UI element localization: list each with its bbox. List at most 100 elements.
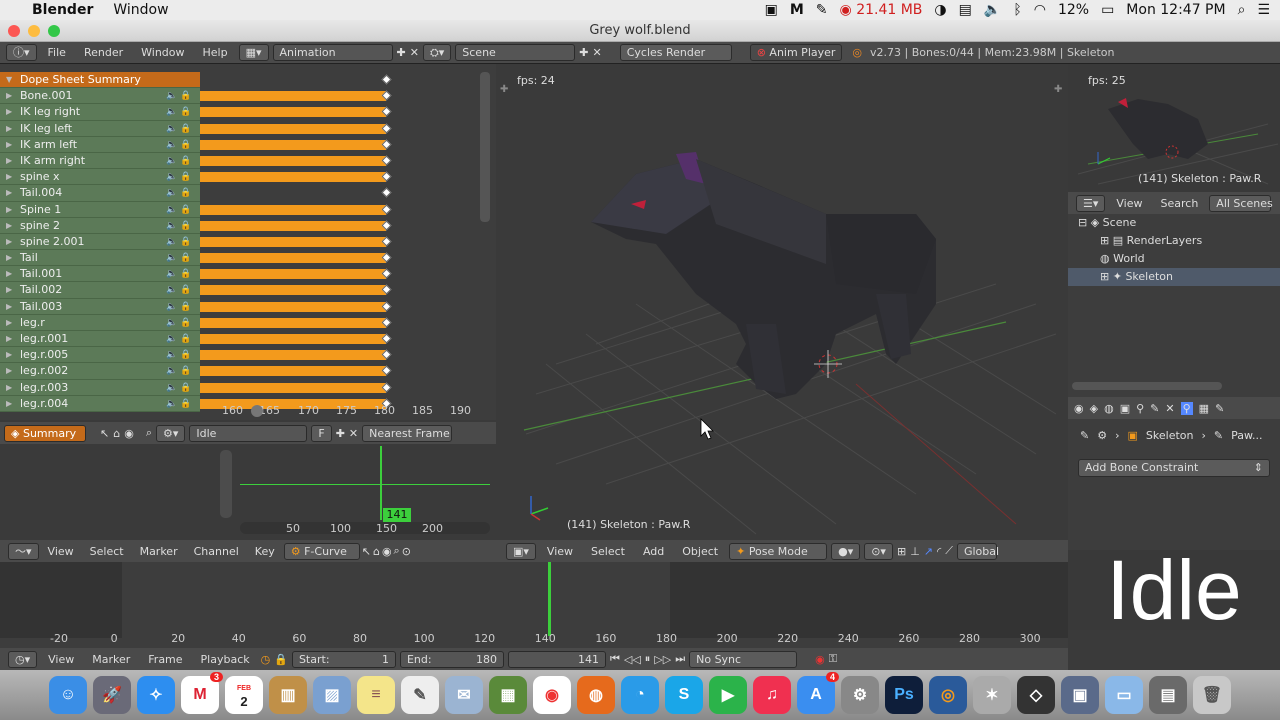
- render-engine-select[interactable]: Cycles Render: [619, 44, 732, 61]
- add-scene-icon[interactable]: ✚: [579, 46, 588, 59]
- record-icon[interactable]: ◉: [124, 427, 134, 440]
- interaction-mode-select[interactable]: ✦ Pose Mode: [729, 542, 828, 560]
- expand-triangle-icon[interactable]: ▶: [6, 380, 12, 396]
- outliner-item[interactable]: ⊞ ✦ Skeleton: [1068, 268, 1280, 286]
- graph-mode-select[interactable]: ⚙ F-Curve: [283, 542, 360, 560]
- channel-toggles-icon[interactable]: 🔈 🔒: [166, 202, 191, 218]
- keyframe-hold-bar[interactable]: [200, 91, 386, 102]
- editor-type-info-icon[interactable]: ⓘ▾: [6, 44, 37, 61]
- viewport-shading-icon[interactable]: ●▾: [831, 542, 861, 560]
- bluetooth-icon[interactable]: ᛒ: [1013, 2, 1021, 18]
- expand-triangle-icon[interactable]: ▶: [6, 121, 12, 137]
- calendar-icon[interactable]: FEB 2: [225, 676, 263, 714]
- expand-triangle-icon[interactable]: ▶: [6, 88, 12, 104]
- constraints-tab-icon[interactable]: ⚲: [1136, 402, 1144, 415]
- manipulator-extra-icon[interactable]: ⟋: [945, 544, 953, 558]
- menu-help[interactable]: Help: [196, 46, 235, 59]
- channel-row[interactable]: ▶ leg.r.002 🔈 🔒: [0, 363, 200, 380]
- graph-ghost-icon[interactable]: ⌂: [373, 545, 380, 558]
- spotlight-icon[interactable]: ⌕: [1238, 2, 1246, 18]
- channel-toggles-icon[interactable]: 🔈 🔒: [166, 153, 191, 169]
- object-tab-icon[interactable]: ▣: [1120, 402, 1130, 415]
- keyframe-hold-bar[interactable]: [200, 107, 386, 118]
- channel-row[interactable]: ▶ Tail.003 🔈 🔒: [0, 298, 200, 315]
- pause-icon[interactable]: ⏸: [645, 652, 651, 666]
- graph-pivot-icon[interactable]: ⊙: [402, 545, 411, 558]
- timeline-editor-type-icon[interactable]: ◷▾: [8, 650, 38, 668]
- channel-row[interactable]: ▶ Tail.001 🔈 🔒: [0, 266, 200, 283]
- timeline-menu-marker[interactable]: Marker: [85, 653, 137, 666]
- channel-toggles-icon[interactable]: 🔈 🔒: [166, 88, 191, 104]
- channel-row[interactable]: ▶ Tail 🔈 🔒: [0, 250, 200, 267]
- viewport-properties-toggle-icon[interactable]: ✚: [1054, 84, 1062, 95]
- fake-user-button[interactable]: F: [311, 424, 332, 442]
- applications-icon[interactable]: ▤: [1149, 676, 1187, 714]
- end-frame-field[interactable]: End: 180: [399, 650, 504, 668]
- firefox-icon[interactable]: ◍: [577, 676, 615, 714]
- bone-constraint-tab-icon[interactable]: ⚲: [1180, 401, 1193, 415]
- dopesheet-scrub-handle[interactable]: [251, 405, 263, 417]
- keyframe-hold-bar[interactable]: [200, 236, 386, 247]
- expand-triangle-icon[interactable]: ▶: [6, 104, 12, 120]
- screenrecorder-icon[interactable]: ▣: [1061, 676, 1099, 714]
- keyframe-hold-bar[interactable]: [200, 350, 386, 361]
- add-action-icon[interactable]: ✚: [336, 427, 345, 440]
- graph-vertical-slider[interactable]: [220, 450, 232, 518]
- close-window-button[interactable]: [8, 25, 20, 37]
- expand-triangle-icon[interactable]: ▶: [6, 331, 12, 347]
- camera-preview[interactable]: fps: 25 (141) Skeleton : Paw.R: [1068, 64, 1280, 192]
- minecraft-icon[interactable]: ▦: [489, 676, 527, 714]
- graph-cursor-icon[interactable]: ↖: [362, 545, 371, 558]
- timeline-editor[interactable]: -20 0 20 40 60 80 100 120 140 160 180 200 220 240 260 2…: [0, 562, 1068, 648]
- eye-icon[interactable]: ◑: [934, 2, 946, 18]
- expand-triangle-icon[interactable]: ▶: [6, 396, 12, 412]
- graph-menu-channel[interactable]: Channel: [187, 545, 246, 558]
- viewport-editor-type-icon[interactable]: ▣▾: [506, 542, 536, 560]
- timeline-menu-playback[interactable]: Playback: [194, 653, 257, 666]
- keyframe-hold-bar[interactable]: [200, 269, 386, 280]
- minimize-window-button[interactable]: [28, 25, 40, 37]
- app-menu[interactable]: Blender: [32, 2, 93, 18]
- expand-triangle-icon[interactable]: ▶: [6, 218, 12, 234]
- channel-toggles-icon[interactable]: 🔈 🔒: [166, 380, 191, 396]
- unlink-action-icon[interactable]: ✕: [349, 427, 358, 440]
- outliner-scrollbar[interactable]: [1072, 382, 1222, 390]
- pen-icon[interactable]: ✎: [816, 2, 828, 18]
- channel-row[interactable]: ▶ Bone.001 🔈 🔒: [0, 88, 200, 105]
- outliner-item[interactable]: ⊞ ▤ RenderLayers: [1068, 232, 1280, 250]
- graph-zoom-icon[interactable]: ⌕: [394, 544, 400, 558]
- viewport-menu-object[interactable]: Object: [675, 545, 725, 558]
- notes-icon[interactable]: ≡: [357, 676, 395, 714]
- breadcrumb-bone[interactable]: Paw...: [1231, 429, 1262, 442]
- itunes-icon[interactable]: ♫: [753, 676, 791, 714]
- add-bone-constraint-select[interactable]: Add Bone Constraint ⇕: [1078, 459, 1270, 477]
- anim-player-button[interactable]: ⊗ Anim Player: [749, 44, 843, 61]
- keyframe-diamond[interactable]: [381, 74, 392, 85]
- channel-toggles-icon[interactable]: 🔈 🔒: [166, 104, 191, 120]
- clock[interactable]: Mon 12:47 PM: [1126, 2, 1225, 18]
- render-tab-icon[interactable]: ◉: [1074, 402, 1084, 415]
- modifiers-tab-icon[interactable]: ✎: [1150, 402, 1159, 415]
- systemprefs-icon[interactable]: ⚙: [841, 676, 879, 714]
- chrome-icon[interactable]: ◉: [533, 676, 571, 714]
- expand-triangle-icon[interactable]: ▶: [6, 315, 12, 331]
- viewport-menu-select[interactable]: Select: [584, 545, 632, 558]
- graph-editor[interactable]: 141 50 100 150 200: [0, 444, 496, 538]
- expand-triangle-icon[interactable]: ▶: [6, 153, 12, 169]
- dopesheet-scrollbar[interactable]: [480, 72, 490, 222]
- graph-menu-marker[interactable]: Marker: [133, 545, 185, 558]
- graph-record-icon[interactable]: ◉: [382, 545, 392, 558]
- finder-icon[interactable]: ☺: [49, 676, 87, 714]
- unity-icon[interactable]: ◇: [1017, 676, 1055, 714]
- viewport-toolshelf-toggle-icon[interactable]: ✚: [500, 84, 508, 95]
- dopesheet-mode-select[interactable]: ◈ Summary: [4, 424, 86, 442]
- channel-toggles-icon[interactable]: 🔈 🔒: [166, 234, 191, 250]
- outliner-editor-type-icon[interactable]: ☰▾: [1076, 194, 1106, 212]
- channel-summary[interactable]: ▼ Dope Sheet Summary: [0, 72, 200, 89]
- facetime-icon[interactable]: ▶: [709, 676, 747, 714]
- cursor-icon[interactable]: ↖: [100, 427, 109, 440]
- menu-file[interactable]: File: [41, 46, 73, 59]
- manipulator-toggle-icon[interactable]: ⊞: [897, 545, 906, 558]
- screen-layout-icon[interactable]: ▦▾: [238, 44, 269, 61]
- scene-icon[interactable]: ⛭▾: [422, 44, 452, 61]
